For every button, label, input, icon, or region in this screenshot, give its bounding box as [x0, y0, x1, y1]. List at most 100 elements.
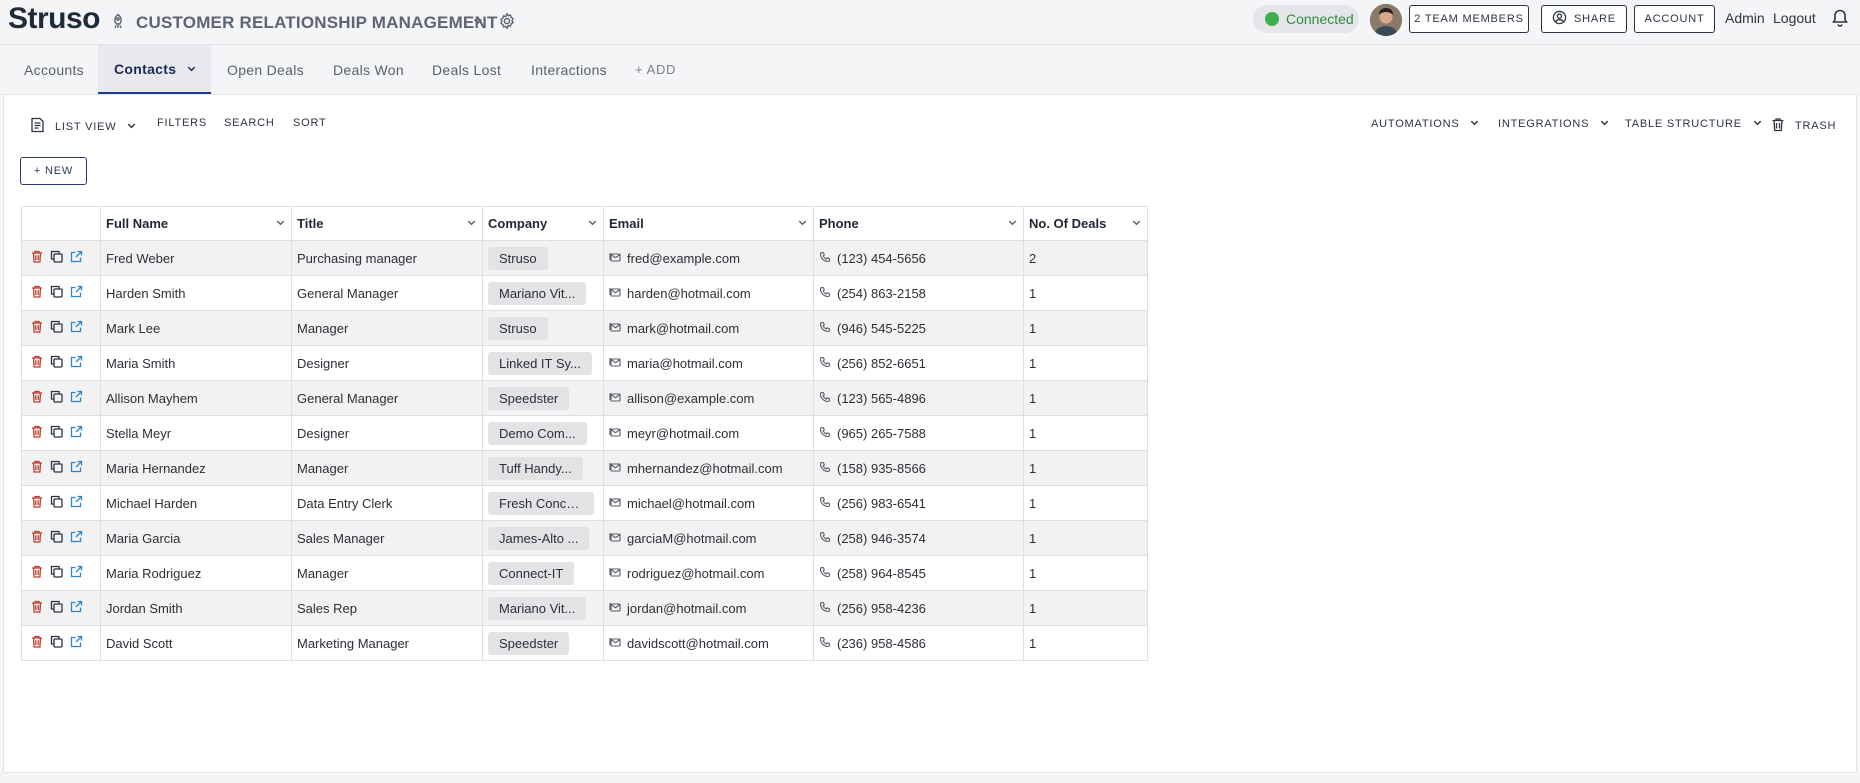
chevron-down-icon[interactable]: [797, 216, 808, 231]
cell-title[interactable]: Sales Rep: [291, 590, 483, 626]
chevron-down-icon[interactable]: [275, 216, 286, 231]
company-chip[interactable]: Fresh Conce...: [488, 491, 594, 515]
cell-email[interactable]: michael@hotmail.com: [603, 485, 814, 521]
tab-deals-lost[interactable]: Deals Lost: [432, 45, 501, 94]
cell-email[interactable]: davidscott@hotmail.com: [603, 625, 814, 661]
logout-link[interactable]: Logout: [1773, 10, 1816, 26]
cell-title[interactable]: Designer: [291, 415, 483, 451]
trash-icon[interactable]: [31, 320, 43, 336]
cell-email[interactable]: harden@hotmail.com: [603, 275, 814, 311]
cell-title[interactable]: General Manager: [291, 275, 483, 311]
cell-full-name[interactable]: Maria Hernandez: [100, 450, 292, 486]
cell-phone[interactable]: (158) 935-8566: [813, 450, 1024, 486]
cell-email[interactable]: garciaM@hotmail.com: [603, 520, 814, 556]
copy-icon[interactable]: [50, 635, 63, 651]
copy-icon[interactable]: [50, 600, 63, 616]
cell-no-of-deals[interactable]: 1: [1023, 450, 1148, 486]
cell-full-name[interactable]: Mark Lee: [100, 310, 292, 346]
cell-no-of-deals[interactable]: 1: [1023, 275, 1148, 311]
cell-company[interactable]: Fresh Conce...: [482, 485, 604, 521]
tab-accounts[interactable]: Accounts: [24, 45, 84, 94]
avatar[interactable]: [1370, 4, 1402, 36]
trash-button[interactable]: TRASH: [1771, 117, 1836, 135]
cell-full-name[interactable]: Jordan Smith: [100, 590, 292, 626]
admin-link[interactable]: Admin: [1725, 10, 1765, 26]
column-header-full-name[interactable]: Full Name: [100, 206, 292, 241]
chevron-down-icon[interactable]: [1131, 216, 1142, 231]
cell-full-name[interactable]: Harden Smith: [100, 275, 292, 311]
trash-icon[interactable]: [31, 565, 43, 581]
company-chip[interactable]: Struso: [488, 316, 548, 340]
cell-phone[interactable]: (256) 958-4236: [813, 590, 1024, 626]
cell-phone[interactable]: (946) 545-5225: [813, 310, 1024, 346]
cell-company[interactable]: Speedster: [482, 625, 604, 661]
copy-icon[interactable]: [50, 460, 63, 476]
company-chip[interactable]: Connect-IT: [488, 561, 575, 585]
cell-email[interactable]: meyr@hotmail.com: [603, 415, 814, 451]
cell-phone[interactable]: (256) 983-6541: [813, 485, 1024, 521]
cell-email[interactable]: mhernandez@hotmail.com: [603, 450, 814, 486]
trash-icon[interactable]: [31, 285, 43, 301]
cell-phone[interactable]: (256) 852-6651: [813, 345, 1024, 381]
table-row[interactable]: Maria Smith Designer Linked IT Sy... mar…: [21, 345, 1148, 381]
cell-company[interactable]: James-Alto ...: [482, 520, 604, 556]
cell-full-name[interactable]: Michael Harden: [100, 485, 292, 521]
cell-phone[interactable]: (258) 964-8545: [813, 555, 1024, 591]
company-chip[interactable]: Mariano Vit...: [488, 596, 587, 620]
company-chip[interactable]: Struso: [488, 246, 548, 270]
open-external-icon[interactable]: [70, 390, 83, 406]
table-row[interactable]: Fred Weber Purchasing manager Struso fre…: [21, 240, 1148, 276]
bell-icon[interactable]: [1831, 8, 1849, 31]
trash-icon[interactable]: [31, 390, 43, 406]
trash-icon[interactable]: [31, 425, 43, 441]
cell-phone[interactable]: (965) 265-7588: [813, 415, 1024, 451]
cell-email[interactable]: allison@example.com: [603, 380, 814, 416]
open-external-icon[interactable]: [70, 425, 83, 441]
account-button[interactable]: ACCOUNT: [1634, 5, 1715, 33]
company-chip[interactable]: James-Alto ...: [488, 526, 590, 550]
column-header-title[interactable]: Title: [291, 206, 483, 241]
filters-button[interactable]: FILTERS: [157, 117, 207, 129]
cell-phone[interactable]: (123) 454-5656: [813, 240, 1024, 276]
chevron-down-icon[interactable]: [186, 61, 197, 77]
trash-icon[interactable]: [31, 495, 43, 511]
cell-company[interactable]: Connect-IT: [482, 555, 604, 591]
cell-email[interactable]: mark@hotmail.com: [603, 310, 814, 346]
company-chip[interactable]: Demo Com...: [488, 421, 587, 445]
cell-full-name[interactable]: Maria Garcia: [100, 520, 292, 556]
cell-no-of-deals[interactable]: 1: [1023, 415, 1148, 451]
cell-full-name[interactable]: Maria Rodriguez: [100, 555, 292, 591]
table-structure-button[interactable]: TABLE STRUCTURE: [1625, 117, 1763, 131]
company-chip[interactable]: Linked IT Sy...: [488, 351, 592, 375]
table-row[interactable]: Stella Meyr Designer Demo Com... meyr@ho…: [21, 415, 1148, 451]
cell-full-name[interactable]: David Scott: [100, 625, 292, 661]
cell-company[interactable]: Demo Com...: [482, 415, 604, 451]
column-header-phone[interactable]: Phone: [813, 206, 1024, 241]
copy-icon[interactable]: [50, 390, 63, 406]
list-view-button[interactable]: LIST VIEW: [30, 117, 137, 136]
trash-icon[interactable]: [31, 600, 43, 616]
add-tab-button[interactable]: + ADD: [635, 45, 676, 94]
cell-full-name[interactable]: Maria Smith: [100, 345, 292, 381]
cell-company[interactable]: Tuff Handy...: [482, 450, 604, 486]
search-button[interactable]: SEARCH: [224, 117, 275, 129]
table-row[interactable]: Michael Harden Data Entry Clerk Fresh Co…: [21, 485, 1148, 521]
copy-icon[interactable]: [50, 285, 63, 301]
open-external-icon[interactable]: [70, 355, 83, 371]
chevron-down-icon[interactable]: [587, 216, 598, 231]
copy-icon[interactable]: [50, 250, 63, 266]
cell-email[interactable]: rodriguez@hotmail.com: [603, 555, 814, 591]
cell-email[interactable]: fred@example.com: [603, 240, 814, 276]
cell-full-name[interactable]: Fred Weber: [100, 240, 292, 276]
table-row[interactable]: Maria Rodriguez Manager Connect-IT rodri…: [21, 555, 1148, 591]
cell-phone[interactable]: (254) 863-2158: [813, 275, 1024, 311]
cell-full-name[interactable]: Allison Mayhem: [100, 380, 292, 416]
column-header-email[interactable]: Email: [603, 206, 814, 241]
copy-icon[interactable]: [50, 425, 63, 441]
company-chip[interactable]: Mariano Vit...: [488, 281, 587, 305]
open-external-icon[interactable]: [70, 460, 83, 476]
cell-no-of-deals[interactable]: 1: [1023, 345, 1148, 381]
open-external-icon[interactable]: [70, 285, 83, 301]
table-row[interactable]: Allison Mayhem General Manager Speedster…: [21, 380, 1148, 416]
table-row[interactable]: David Scott Marketing Manager Speedster …: [21, 625, 1148, 661]
